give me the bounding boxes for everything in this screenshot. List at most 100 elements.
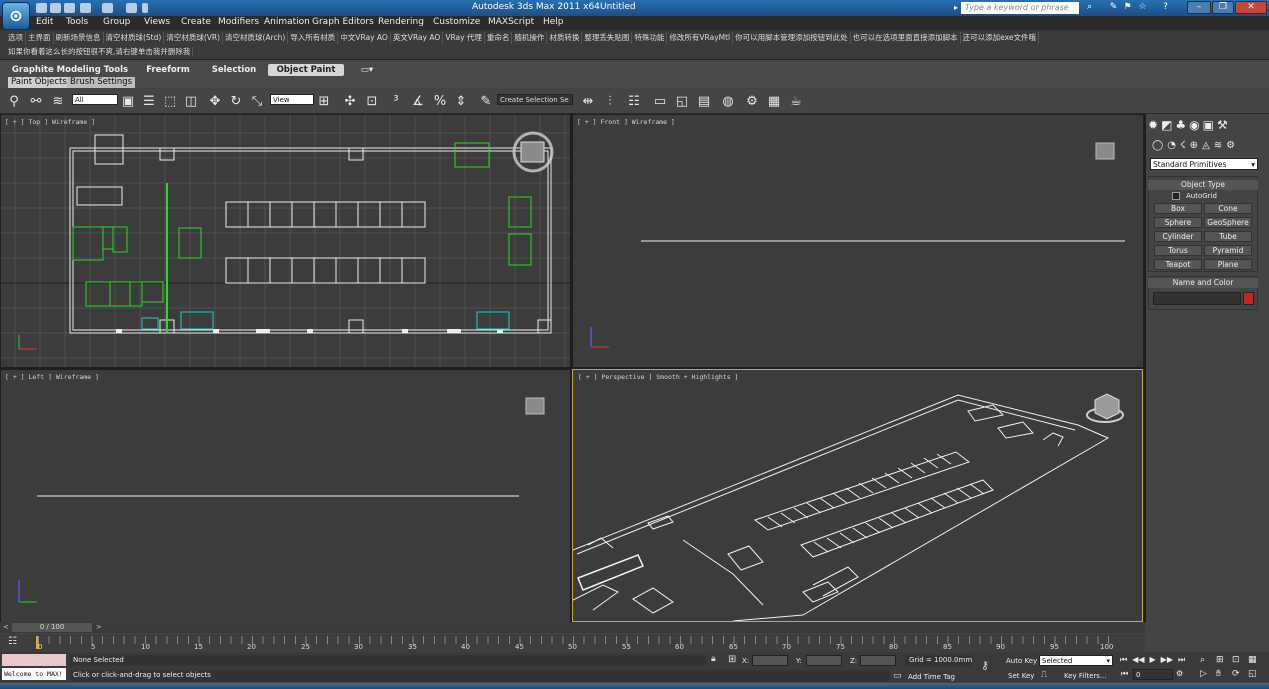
autogrid-checkbox[interactable] [1172,192,1180,200]
script-button[interactable]: 特殊功能 [632,32,668,44]
viewport-label-top[interactable]: [ + ] Top ] Wireframe ] [5,118,95,126]
geosphere-button[interactable]: GeoSphere [1204,217,1252,228]
menu-tools[interactable]: Tools [66,17,88,27]
render-setup-icon[interactable]: ⚙ [744,94,760,110]
tab-paint-objects[interactable]: Paint Objects [8,77,70,88]
render-production-icon[interactable]: ☕ [788,94,804,110]
object-color-swatch[interactable] [1243,292,1254,305]
x-coord-input[interactable] [752,655,788,666]
viewport-label-perspective[interactable]: [ + ] Perspective ] Smooth + Highlights … [578,373,738,381]
named-selection-sets-input[interactable]: Create Selection Se [497,94,573,105]
communication-center-icon[interactable]: ⚑ [1122,2,1133,13]
schematic-view-icon[interactable]: ▤ [696,94,712,110]
maxscript-mini-listener-top[interactable] [2,654,66,666]
viewport-front[interactable]: [ + ] Front ] Wireframe ] [573,115,1143,367]
script-button[interactable]: 你可以用脚本管理添加按钮到此处 [733,32,851,44]
viewcube-left[interactable] [525,397,545,415]
menu-edit[interactable]: Edit [36,17,53,27]
tab-freeform[interactable]: Freeform [140,64,196,76]
rectangular-selection-icon[interactable]: ⬚ [162,94,178,110]
new-file-icon[interactable] [36,3,47,13]
pyramid-button[interactable]: Pyramid [1204,245,1252,256]
menu-rendering[interactable]: Rendering [378,17,424,27]
add-time-tag-button[interactable]: Add Time Tag [908,673,955,681]
teapot-button[interactable]: Teapot [1154,259,1202,270]
shapes-icon[interactable]: ◔ [1167,140,1176,151]
script-button[interactable]: 清空材质球(Std) [104,32,165,44]
primitive-category-dropdown[interactable]: Standard Primitives ▾ [1150,158,1258,170]
project-folder-icon[interactable] [126,3,137,13]
zoom-icon[interactable]: ⌕ [1200,655,1216,665]
create-panel-icon[interactable]: ✹ [1148,118,1158,132]
graphite-toggle-icon[interactable]: ▭ [652,94,668,110]
pan-icon[interactable]: ✋︎ [1216,669,1232,679]
set-key-button[interactable]: Set Key [1008,672,1034,680]
default-tangent-icon[interactable]: ⎍ [1041,670,1047,680]
name-color-rollout-title[interactable]: Name and Color [1148,278,1258,288]
selection-filter-dropdown[interactable]: All [72,94,118,105]
hierarchy-panel-icon[interactable]: ♣ [1175,118,1186,132]
tab-object-paint[interactable]: Object Paint [268,64,344,76]
space-warps-icon[interactable]: ≋ [1214,140,1222,151]
object-name-input[interactable] [1153,292,1241,305]
bind-space-warp-icon[interactable]: ≋ [50,94,66,110]
cameras-icon[interactable]: ⊕ [1190,140,1198,151]
menu-create[interactable]: Create [181,17,211,27]
tube-button[interactable]: Tube [1204,231,1252,242]
viewcube-front[interactable] [1095,142,1115,160]
subscription-icon[interactable]: ✎ [1108,2,1119,13]
menu-help[interactable]: Help [543,17,564,27]
script-button[interactable]: 导入所有材质 [288,32,339,44]
script-button[interactable]: 整理丢失贴图 [582,32,633,44]
lights-icon[interactable]: ☇ [1180,140,1186,151]
menu-views[interactable]: Views [144,17,170,27]
utilities-panel-icon[interactable]: ⚒ [1217,118,1228,132]
edit-named-selection-icon[interactable]: ✎ [478,94,494,110]
open-file-icon[interactable] [50,3,61,13]
script-button[interactable]: 清空材质球(VR) [164,32,224,44]
key-mode-dropdown[interactable]: Selected ▾ [1039,655,1113,666]
script-button[interactable]: 随机操作 [512,32,548,44]
box-button[interactable]: Box [1154,203,1202,214]
curve-editor-icon[interactable]: ◱ [674,94,690,110]
go-to-end-icon[interactable]: ⏭ [1178,655,1185,665]
pivot-center-icon[interactable]: ⊞ [316,94,332,110]
maxscript-mini-listener[interactable]: Welcome to MAX! [2,668,66,680]
time-next-icon[interactable]: > [96,623,102,631]
z-coord-input[interactable] [860,655,896,666]
time-prev-icon[interactable]: < [3,623,9,631]
quick-access-dropdown-icon[interactable] [142,3,148,13]
menu-group[interactable]: Group [103,17,130,27]
script-button[interactable]: 如果你看着这么长的按钮很不爽,请右键单击我并删除我 [6,47,194,56]
absolute-transform-icon[interactable]: ⊞ [728,654,736,665]
close-button[interactable]: ✕ [1235,1,1267,14]
percent-snap-icon[interactable]: % [432,94,448,110]
material-editor-icon[interactable]: ◍ [720,94,736,110]
auto-key-button[interactable]: Auto Key [1006,657,1037,665]
key-mode-toggle-icon[interactable]: ⏮ [1121,669,1128,679]
cylinder-button[interactable]: Cylinder [1154,231,1202,242]
binoculars-icon[interactable]: ⌕ [1084,2,1095,13]
next-frame-icon[interactable]: ▶▶ [1161,655,1173,665]
select-object-icon[interactable]: ▣ [120,94,136,110]
geometry-icon[interactable]: ◯ [1152,140,1163,151]
save-file-icon[interactable] [64,3,75,13]
viewport-perspective[interactable]: [ + ] Perspective ] Smooth + Highlights … [572,369,1143,622]
ribbon-options-icon[interactable]: ▭▾ [356,64,378,76]
lock-selection-icon[interactable]: 🔒︎ [711,654,716,664]
snaps-toggle-icon[interactable]: ³ [388,94,404,110]
script-button[interactable]: 也可以在选项里面直接添加脚本 [851,32,961,44]
select-and-scale-icon[interactable]: ⤡ [249,94,265,110]
script-button[interactable]: 英文VRay AO [391,32,444,44]
torus-button[interactable]: Torus [1154,245,1202,256]
script-button[interactable]: 刷新场景信息 [54,32,104,44]
redo-icon[interactable] [102,3,113,13]
menu-customize[interactable]: Customize [433,17,480,27]
zoom-all-icon[interactable]: ⊞ [1216,655,1232,665]
viewport-label-left[interactable]: [ + ] Left ] Wireframe ] [5,373,99,381]
minimize-button[interactable]: – [1187,1,1211,14]
cone-button[interactable]: Cone [1204,203,1252,214]
key-filters-button[interactable]: Key Filters... [1064,672,1107,680]
modify-panel-icon[interactable]: ◩ [1161,118,1172,132]
tab-selection[interactable]: Selection [206,64,262,76]
